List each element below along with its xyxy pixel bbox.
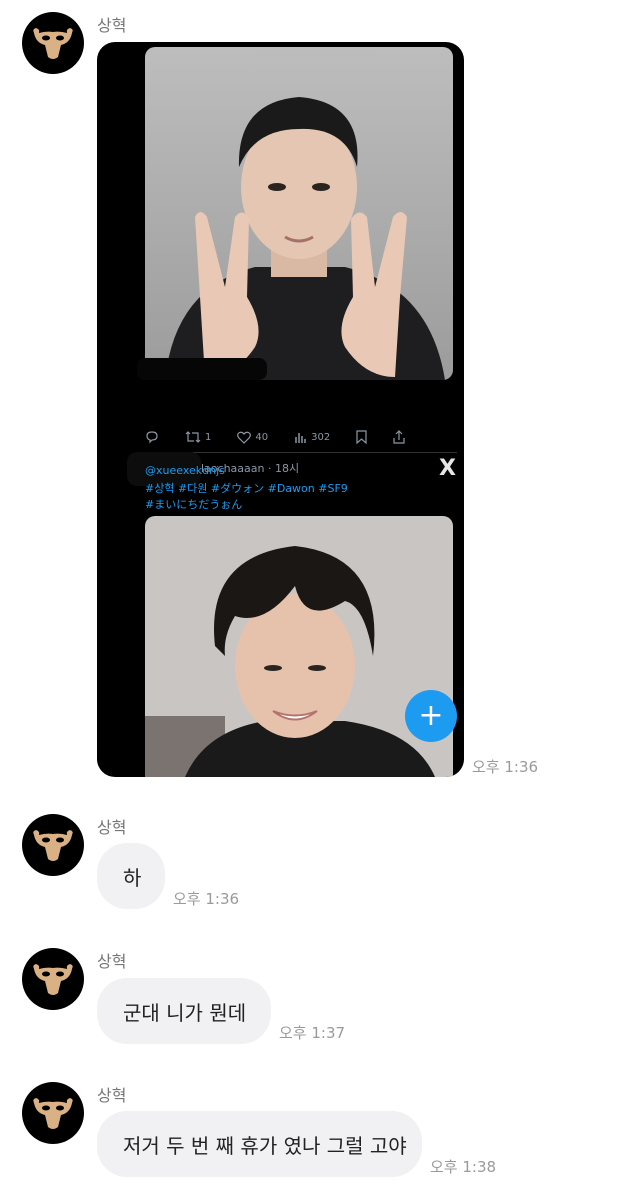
mask-icon [33,1098,73,1129]
sender-name: 상혁 [97,952,127,971]
heart-icon [237,431,252,444]
hashtag-line[interactable]: #まいにちだうぉん [145,496,242,512]
shared-screenshot-image[interactable]: 1 40 302 laochaaaan · 18시 X @xueexekdnjs… [97,42,464,777]
bookmark-button[interactable] [356,430,367,444]
avatar[interactable] [22,948,84,1010]
tweet-action-row: 1 40 302 [145,424,457,450]
timestamp: 오후 1:36 [472,758,539,776]
avatar[interactable] [22,1082,84,1144]
photo-top [145,47,453,380]
bookmark-icon [356,430,367,444]
mask-icon [33,830,73,861]
retweet-count: 1 [205,431,212,443]
reply-button[interactable] [145,430,159,444]
timestamp: 오후 1:36 [173,890,240,908]
timestamp: 오후 1:38 [430,1158,497,1176]
bar-chart-icon [295,433,306,443]
message-bubble[interactable]: 저거 두 번 째 휴가 였나 그럴 고야 [97,1111,422,1177]
timestamp: 오후 1:37 [279,1024,346,1042]
retweet-button[interactable]: 1 [185,430,211,444]
compose-fab[interactable]: + [405,690,457,742]
sender-name: 상혁 [97,1086,127,1105]
mask-icon [33,964,73,995]
like-button[interactable]: 40 [237,431,268,444]
reply-icon [146,431,158,444]
like-count: 40 [255,431,269,443]
sender-name: 상혁 [97,16,127,35]
hashtag-line[interactable]: #상혁 #다원 #ダウォン #Dawon #SF9 [145,480,348,496]
redaction-bar [137,358,267,380]
avatar[interactable] [22,12,84,74]
message-bubble[interactable]: 하 [97,843,165,909]
mention-link[interactable]: @xueexekdnjs [145,464,225,477]
mask-icon [33,28,73,59]
x-logo-icon: X [439,456,456,481]
retweet-icon [185,431,201,443]
message-bubble[interactable]: 군대 니가 뭔데 [97,978,271,1044]
share-button[interactable] [393,430,405,444]
sender-name: 상혁 [97,818,127,837]
views-button[interactable]: 302 [294,431,330,443]
view-count: 302 [311,431,331,443]
share-icon [393,430,405,444]
avatar[interactable] [22,814,84,876]
photo-bottom [145,516,453,777]
